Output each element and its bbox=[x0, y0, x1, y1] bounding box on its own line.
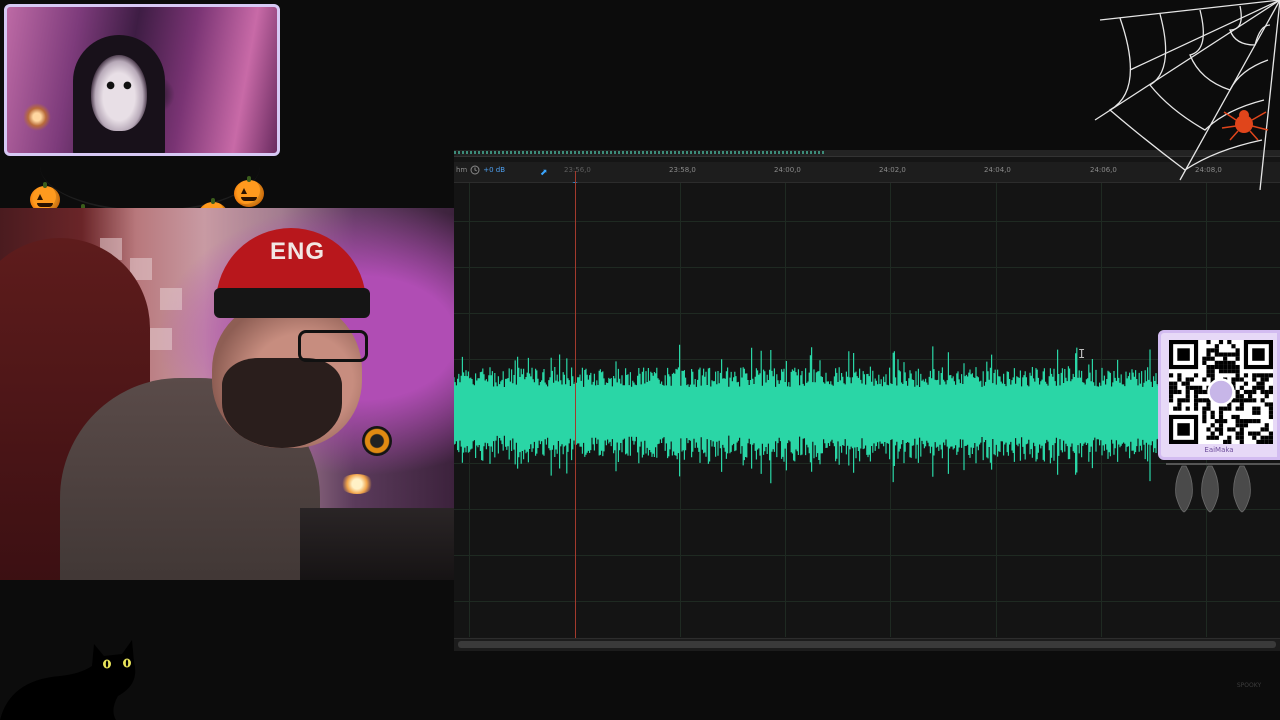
horizontal-scrollbar[interactable] bbox=[454, 638, 1280, 651]
hanging-bats bbox=[1166, 463, 1280, 513]
ruler-tick-label: 23:56,0 bbox=[564, 166, 591, 174]
spider-icon bbox=[1221, 110, 1269, 141]
ruler-tick-label: 24:00,0 bbox=[774, 166, 801, 174]
speaker-woofer bbox=[362, 426, 392, 456]
ruler-controls: hm +0 dB bbox=[456, 165, 505, 175]
i-beam-cursor-icon: I bbox=[1078, 347, 1086, 361]
glasses bbox=[298, 330, 368, 362]
time-unit-label[interactable]: hm bbox=[456, 166, 467, 174]
qr-code-card[interactable]: EaiMaka bbox=[1158, 330, 1280, 460]
ruler-tick-label: 23:58,0 bbox=[669, 166, 696, 174]
desk bbox=[300, 508, 454, 580]
waveform-track[interactable]: I bbox=[454, 171, 1280, 649]
playhead-line bbox=[575, 171, 576, 649]
cat-icon bbox=[0, 640, 136, 720]
bat-icon bbox=[1233, 465, 1251, 513]
beanie-lettering: ENG bbox=[270, 238, 326, 265]
clock-icon[interactable] bbox=[470, 165, 480, 175]
scrollbar-thumb[interactable] bbox=[458, 641, 1276, 648]
candle-light bbox=[23, 103, 51, 131]
audio-editor: hm +0 dB ⬈ 23:56,0 23:58,0 24:00,0 24:02… bbox=[454, 150, 1280, 651]
bat-icon bbox=[1175, 465, 1193, 513]
gain-readout[interactable]: +0 dB bbox=[483, 166, 505, 174]
qr-code-icon[interactable] bbox=[1169, 340, 1273, 444]
qr-code-label: EaiMaka bbox=[1204, 446, 1234, 454]
spider-web-icon bbox=[1094, 0, 1280, 190]
beanie-cuff bbox=[214, 288, 370, 318]
bat-icon bbox=[1201, 465, 1219, 513]
garland-rope bbox=[40, 120, 260, 212]
lamp-light bbox=[340, 474, 374, 494]
channel-watermark: SPOOKY bbox=[1236, 682, 1262, 689]
ruler-tick-label: 24:02,0 bbox=[879, 166, 906, 174]
audio-waveform[interactable] bbox=[454, 333, 1160, 493]
webcam-main: ENG bbox=[0, 208, 454, 580]
ruler-tick-label: 24:04,0 bbox=[984, 166, 1011, 174]
person-beard bbox=[222, 358, 342, 448]
pumpkin-icon bbox=[234, 176, 264, 207]
pin-icon[interactable]: ⬈ bbox=[540, 168, 548, 178]
overview-waveform bbox=[454, 151, 824, 154]
